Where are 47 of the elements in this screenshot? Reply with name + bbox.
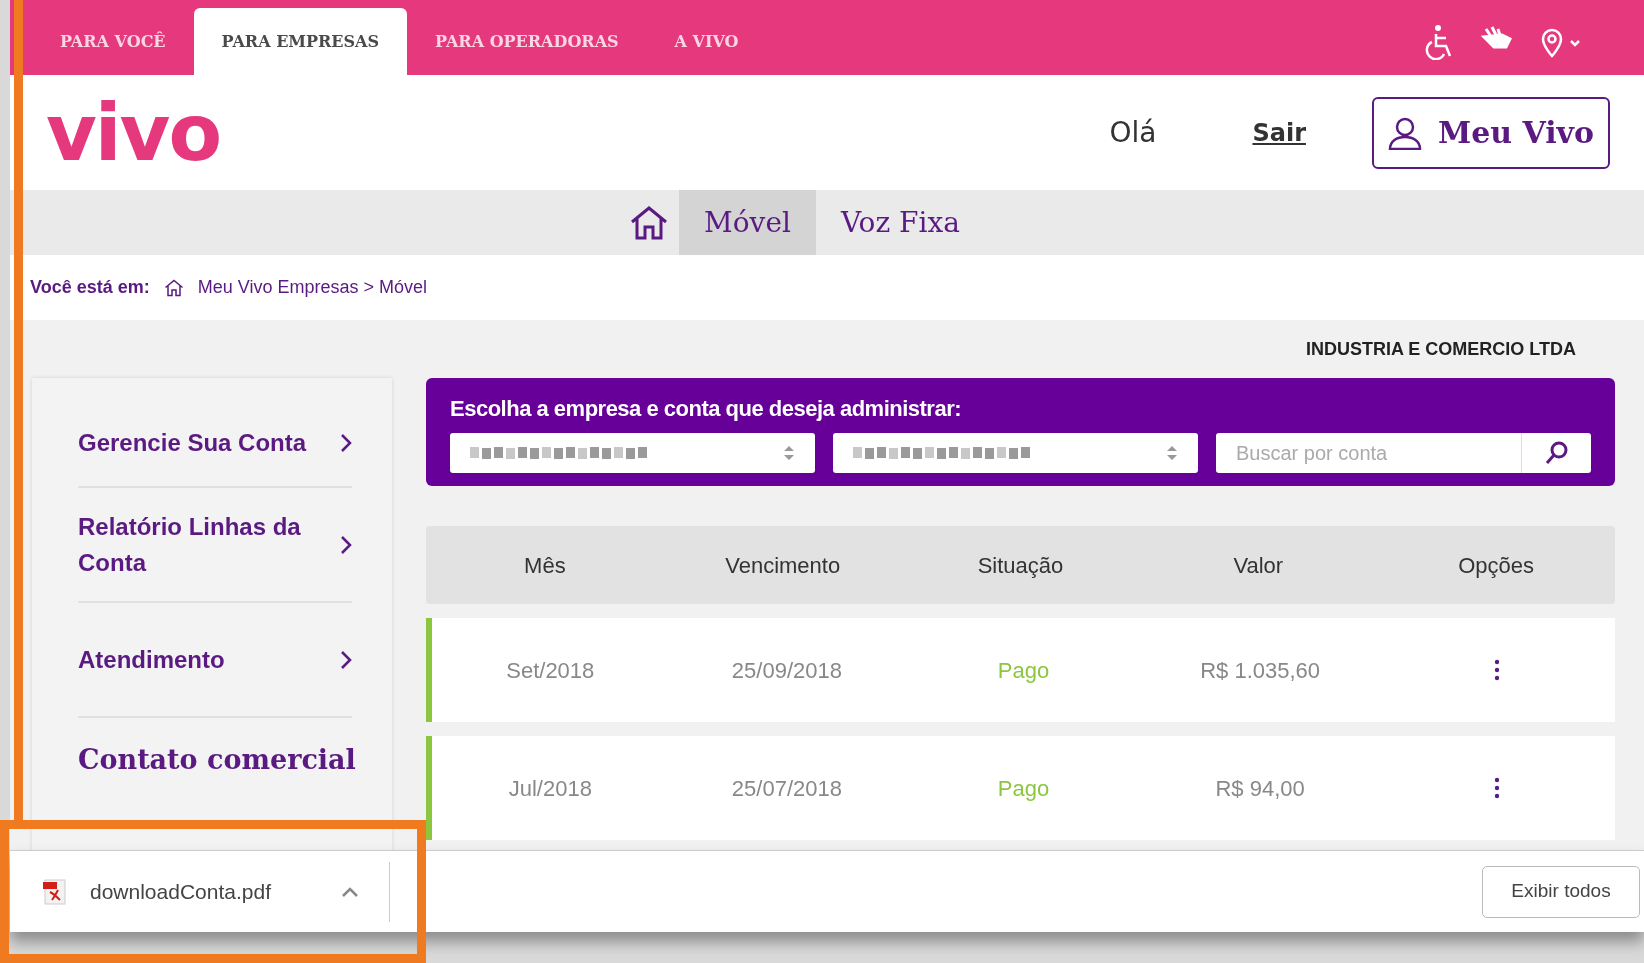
- home-icon[interactable]: [629, 204, 670, 241]
- breadcrumb-path[interactable]: Meu Vivo Empresas > Móvel: [197, 274, 427, 301]
- account-select[interactable]: [450, 433, 815, 473]
- table-cell-text: 25/09/2018: [731, 656, 842, 685]
- user-icon: [1387, 115, 1422, 150]
- table-cell-text: Jul/2018: [508, 774, 592, 803]
- sidebar-item[interactable]: Relatório Linhas da Conta: [78, 488, 352, 603]
- column-header: Situação: [977, 551, 1064, 580]
- breadcrumb-label: Você está em:: [30, 276, 150, 299]
- chevron-right-icon: [340, 534, 352, 555]
- download-item[interactable]: downloadConta.pdf: [10, 861, 390, 922]
- accessibility-icon[interactable]: [1424, 23, 1454, 60]
- chevron-up-icon: [341, 885, 359, 898]
- contact-link[interactable]: Contato comercial: [78, 742, 356, 778]
- column-header: Vencimento: [725, 551, 841, 580]
- chevron-right-icon: [340, 433, 352, 453]
- sub-nav-tab[interactable]: Voz Fixa: [815, 190, 985, 255]
- search-input[interactable]: Buscar por conta: [1216, 438, 1521, 468]
- column-header: Opções: [1458, 551, 1534, 580]
- status-text: Pago: [997, 774, 1050, 803]
- column-header: Mês: [524, 551, 566, 580]
- table-cell-text: R$ 94,00: [1215, 774, 1305, 803]
- table-cell-text: Set/2018: [506, 656, 595, 685]
- sort-arrows-icon: [783, 444, 795, 462]
- sub-nav-tab[interactable]: Móvel: [679, 190, 816, 255]
- account-select[interactable]: [833, 433, 1198, 473]
- sidebar-item[interactable]: Gerencie Sua Conta: [78, 400, 352, 488]
- chevron-right-icon: [340, 649, 352, 670]
- logo[interactable]: vivo: [46, 93, 220, 172]
- more-options-icon[interactable]: [1493, 777, 1500, 799]
- more-options-icon[interactable]: [1493, 659, 1500, 681]
- company-name: INDUSTRIA E COMERCIO LTDA: [1306, 338, 1576, 361]
- sort-arrows-icon: [1166, 444, 1178, 462]
- search-field[interactable]: Buscar por conta: [1216, 433, 1591, 473]
- account-button[interactable]: Meu Vivo: [1372, 96, 1610, 169]
- logout-link[interactable]: Sair: [1252, 114, 1306, 151]
- sidebar-item[interactable]: Atendimento: [78, 603, 352, 718]
- greeting-text: Olá: [1109, 114, 1157, 151]
- account-picker-title: Escolha a empresa e conta que deseja administrar:: [450, 395, 963, 423]
- column-header: Valor: [1233, 551, 1284, 580]
- home-icon[interactable]: [163, 278, 184, 297]
- search-icon[interactable]: [1543, 440, 1570, 466]
- show-all-button[interactable]: Exibir todos: [1482, 865, 1640, 918]
- table-cell-text: R$ 1.035,60: [1200, 656, 1321, 685]
- status-text: Pago: [997, 656, 1050, 685]
- top-nav-tab[interactable]: PARA EMPRESAS: [193, 8, 408, 75]
- table-cell-text: 25/07/2018: [731, 774, 842, 803]
